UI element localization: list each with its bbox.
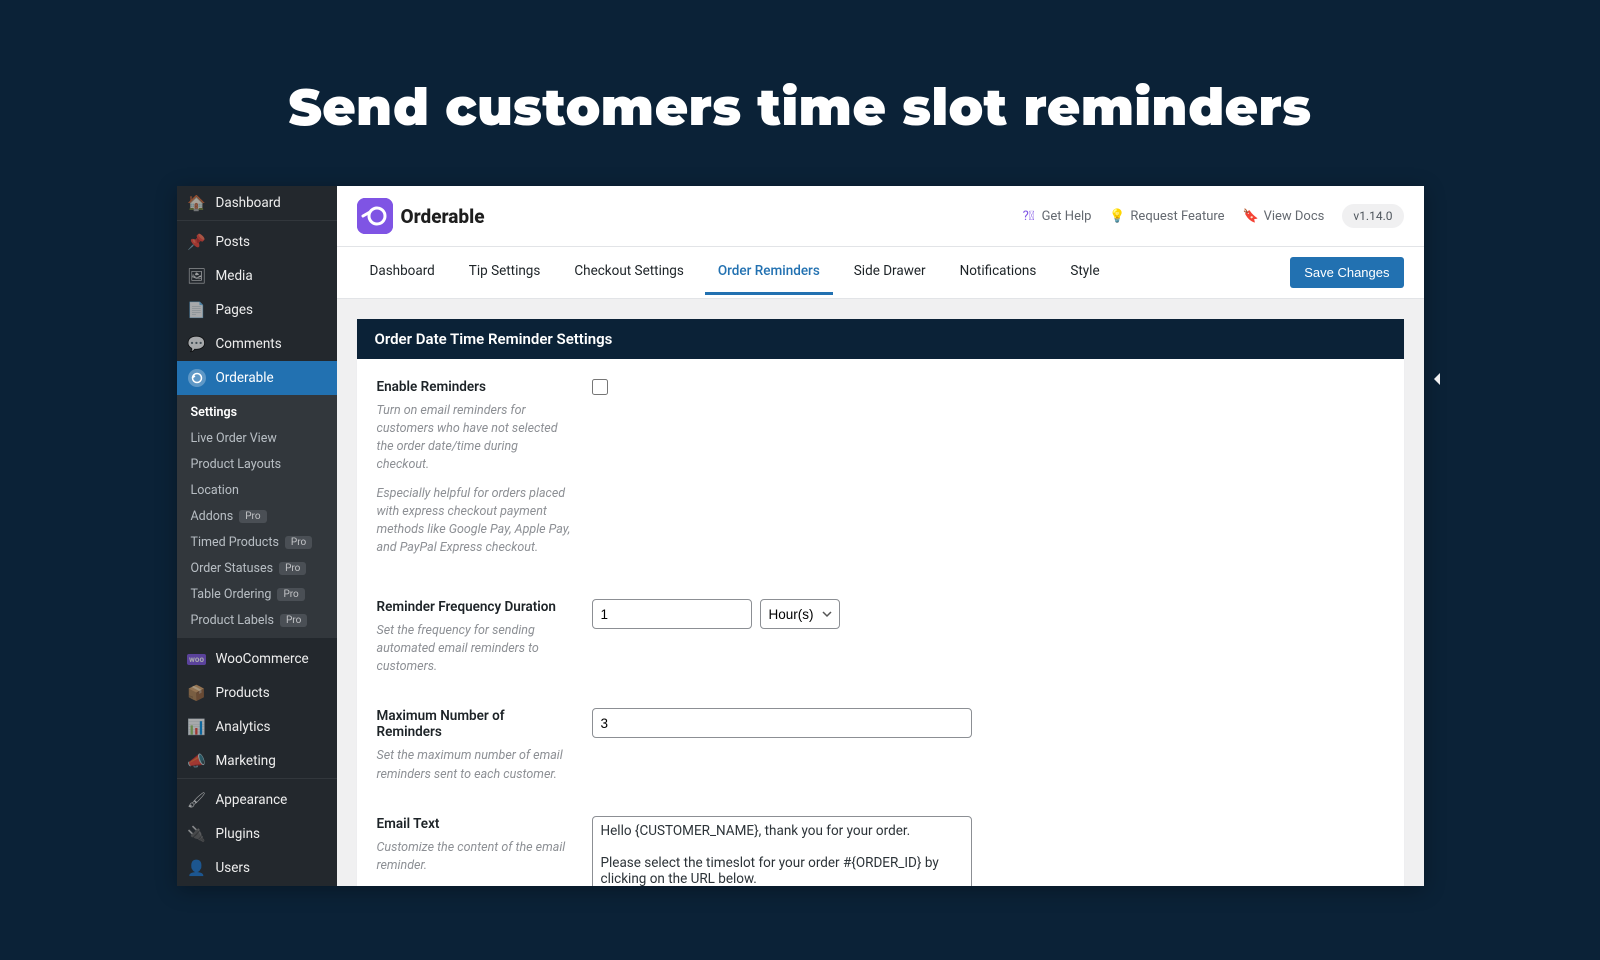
brush-icon: 🖌	[187, 790, 207, 810]
settings-tabs: Dashboard Tip Settings Checkout Settings…	[337, 247, 1424, 299]
save-changes-button[interactable]: Save Changes	[1290, 257, 1403, 288]
page-icon: 📄	[187, 300, 207, 320]
frequency-value-input[interactable]	[592, 599, 752, 629]
tab-order-reminders[interactable]: Order Reminders	[705, 250, 833, 295]
panel-body: Enable Reminders Turn on email reminders…	[357, 359, 1404, 886]
pro-badge: Pro	[285, 536, 312, 549]
gauge-icon: 🏠	[187, 193, 207, 213]
setting-label: Enable Reminders	[377, 379, 572, 395]
menu-marketing[interactable]: 📣Marketing	[177, 744, 337, 778]
setting-email-text: Email Text Customize the content of the …	[377, 816, 1384, 886]
tab-checkout-settings[interactable]: Checkout Settings	[561, 250, 697, 295]
chart-icon: 📊	[187, 717, 207, 737]
megaphone-icon: 📣	[187, 751, 207, 771]
submenu-location[interactable]: Location	[177, 477, 337, 503]
menu-appearance[interactable]: 🖌Appearance	[177, 783, 337, 817]
pro-badge: Pro	[279, 562, 306, 575]
submenu-timed-products[interactable]: Timed ProductsPro	[177, 529, 337, 555]
hero-banner: Send customers time slot reminders	[0, 0, 1600, 186]
orderable-icon	[187, 368, 207, 388]
menu-products[interactable]: 📦Products	[177, 676, 337, 710]
tab-tip-settings[interactable]: Tip Settings	[456, 250, 554, 295]
get-help-link[interactable]: ?⃝Get Help	[1021, 208, 1092, 224]
menu-media[interactable]: 🖼Media	[177, 259, 337, 293]
media-icon: 🖼	[187, 266, 207, 286]
reminder-settings-panel: Order Date Time Reminder Settings Enable…	[357, 319, 1404, 886]
menu-comments[interactable]: 💬Comments	[177, 327, 337, 361]
submenu-product-labels[interactable]: Product LabelsPro	[177, 607, 337, 633]
submenu-order-statuses[interactable]: Order StatusesPro	[177, 555, 337, 581]
menu-dashboard[interactable]: 🏠Dashboard	[177, 186, 337, 220]
frequency-unit-select[interactable]: Hour(s)	[760, 599, 840, 629]
menu-orderable[interactable]: Orderable	[177, 361, 337, 395]
orderable-submenu: Settings Live Order View Product Layouts…	[177, 395, 337, 637]
hero-title: Send customers time slot reminders	[0, 76, 1600, 138]
products-icon: 📦	[187, 683, 207, 703]
email-text-textarea[interactable]	[592, 816, 972, 886]
submenu-product-layouts[interactable]: Product Layouts	[177, 451, 337, 477]
request-feature-link[interactable]: 💡Request Feature	[1109, 208, 1224, 224]
version-pill: v1.14.0	[1342, 204, 1403, 228]
setting-label: Maximum Number of Reminders	[377, 708, 572, 740]
setting-description: Set the frequency for sending automated …	[377, 622, 572, 676]
menu-analytics[interactable]: 📊Analytics	[177, 710, 337, 744]
comment-icon: 💬	[187, 334, 207, 354]
wp-admin-sidebar: 🏠Dashboard 📌Posts 🖼Media 📄Pages 💬Comment…	[177, 186, 337, 886]
view-docs-link[interactable]: 🔖View Docs	[1243, 208, 1325, 224]
menu-users[interactable]: 👤Users	[177, 851, 337, 885]
pro-badge: Pro	[280, 614, 307, 627]
menu-pages[interactable]: 📄Pages	[177, 293, 337, 327]
tab-style[interactable]: Style	[1057, 250, 1112, 295]
woo-icon: woo	[187, 649, 207, 669]
brand: Orderable	[357, 198, 485, 234]
setting-label: Email Text	[377, 816, 572, 832]
tab-dashboard[interactable]: Dashboard	[357, 250, 448, 295]
tab-notifications[interactable]: Notifications	[947, 250, 1050, 295]
submenu-live-order[interactable]: Live Order View	[177, 425, 337, 451]
panel-title: Order Date Time Reminder Settings	[357, 319, 1404, 359]
content-area: Orderable ?⃝Get Help 💡Request Feature 🔖V…	[337, 186, 1424, 886]
users-icon: 👤	[187, 858, 207, 878]
menu-posts[interactable]: 📌Posts	[177, 225, 337, 259]
pro-badge: Pro	[239, 510, 266, 523]
plug-icon: 🔌	[187, 824, 207, 844]
help-icon: ?⃝	[1021, 208, 1037, 224]
setting-max-reminders: Maximum Number of Reminders Set the maxi…	[377, 708, 1384, 783]
menu-woocommerce[interactable]: wooWooCommerce	[177, 642, 337, 676]
tab-side-drawer[interactable]: Side Drawer	[841, 250, 939, 295]
topbar-links: ?⃝Get Help 💡Request Feature 🔖View Docs v…	[1021, 204, 1404, 228]
setting-label: Reminder Frequency Duration	[377, 599, 572, 615]
orderable-logo-icon	[357, 198, 393, 234]
setting-description: Set the maximum number of email reminder…	[377, 747, 572, 783]
settings-body: Order Date Time Reminder Settings Enable…	[337, 299, 1424, 886]
setting-description: Customize the content of the email remin…	[377, 839, 572, 886]
setting-frequency: Reminder Frequency Duration Set the freq…	[377, 599, 1384, 676]
brand-name: Orderable	[401, 205, 485, 228]
plugin-topbar: Orderable ?⃝Get Help 💡Request Feature 🔖V…	[337, 186, 1424, 247]
submenu-table-ordering[interactable]: Table OrderingPro	[177, 581, 337, 607]
submenu-addons[interactable]: AddonsPro	[177, 503, 337, 529]
setting-enable-reminders: Enable Reminders Turn on email reminders…	[377, 379, 1384, 567]
submenu-settings[interactable]: Settings	[177, 399, 337, 425]
menu-tools[interactable]: 🔧Tools	[177, 885, 337, 886]
pro-badge: Pro	[277, 588, 304, 601]
book-icon: 🔖	[1243, 208, 1259, 224]
setting-description: Turn on email reminders for customers wh…	[377, 402, 572, 557]
app-window: 🏠Dashboard 📌Posts 🖼Media 📄Pages 💬Comment…	[177, 186, 1424, 886]
pin-icon: 📌	[187, 232, 207, 252]
enable-reminders-checkbox[interactable]	[592, 379, 608, 395]
menu-plugins[interactable]: 🔌Plugins	[177, 817, 337, 851]
max-reminders-input[interactable]	[592, 708, 972, 738]
lightbulb-icon: 💡	[1109, 208, 1125, 224]
